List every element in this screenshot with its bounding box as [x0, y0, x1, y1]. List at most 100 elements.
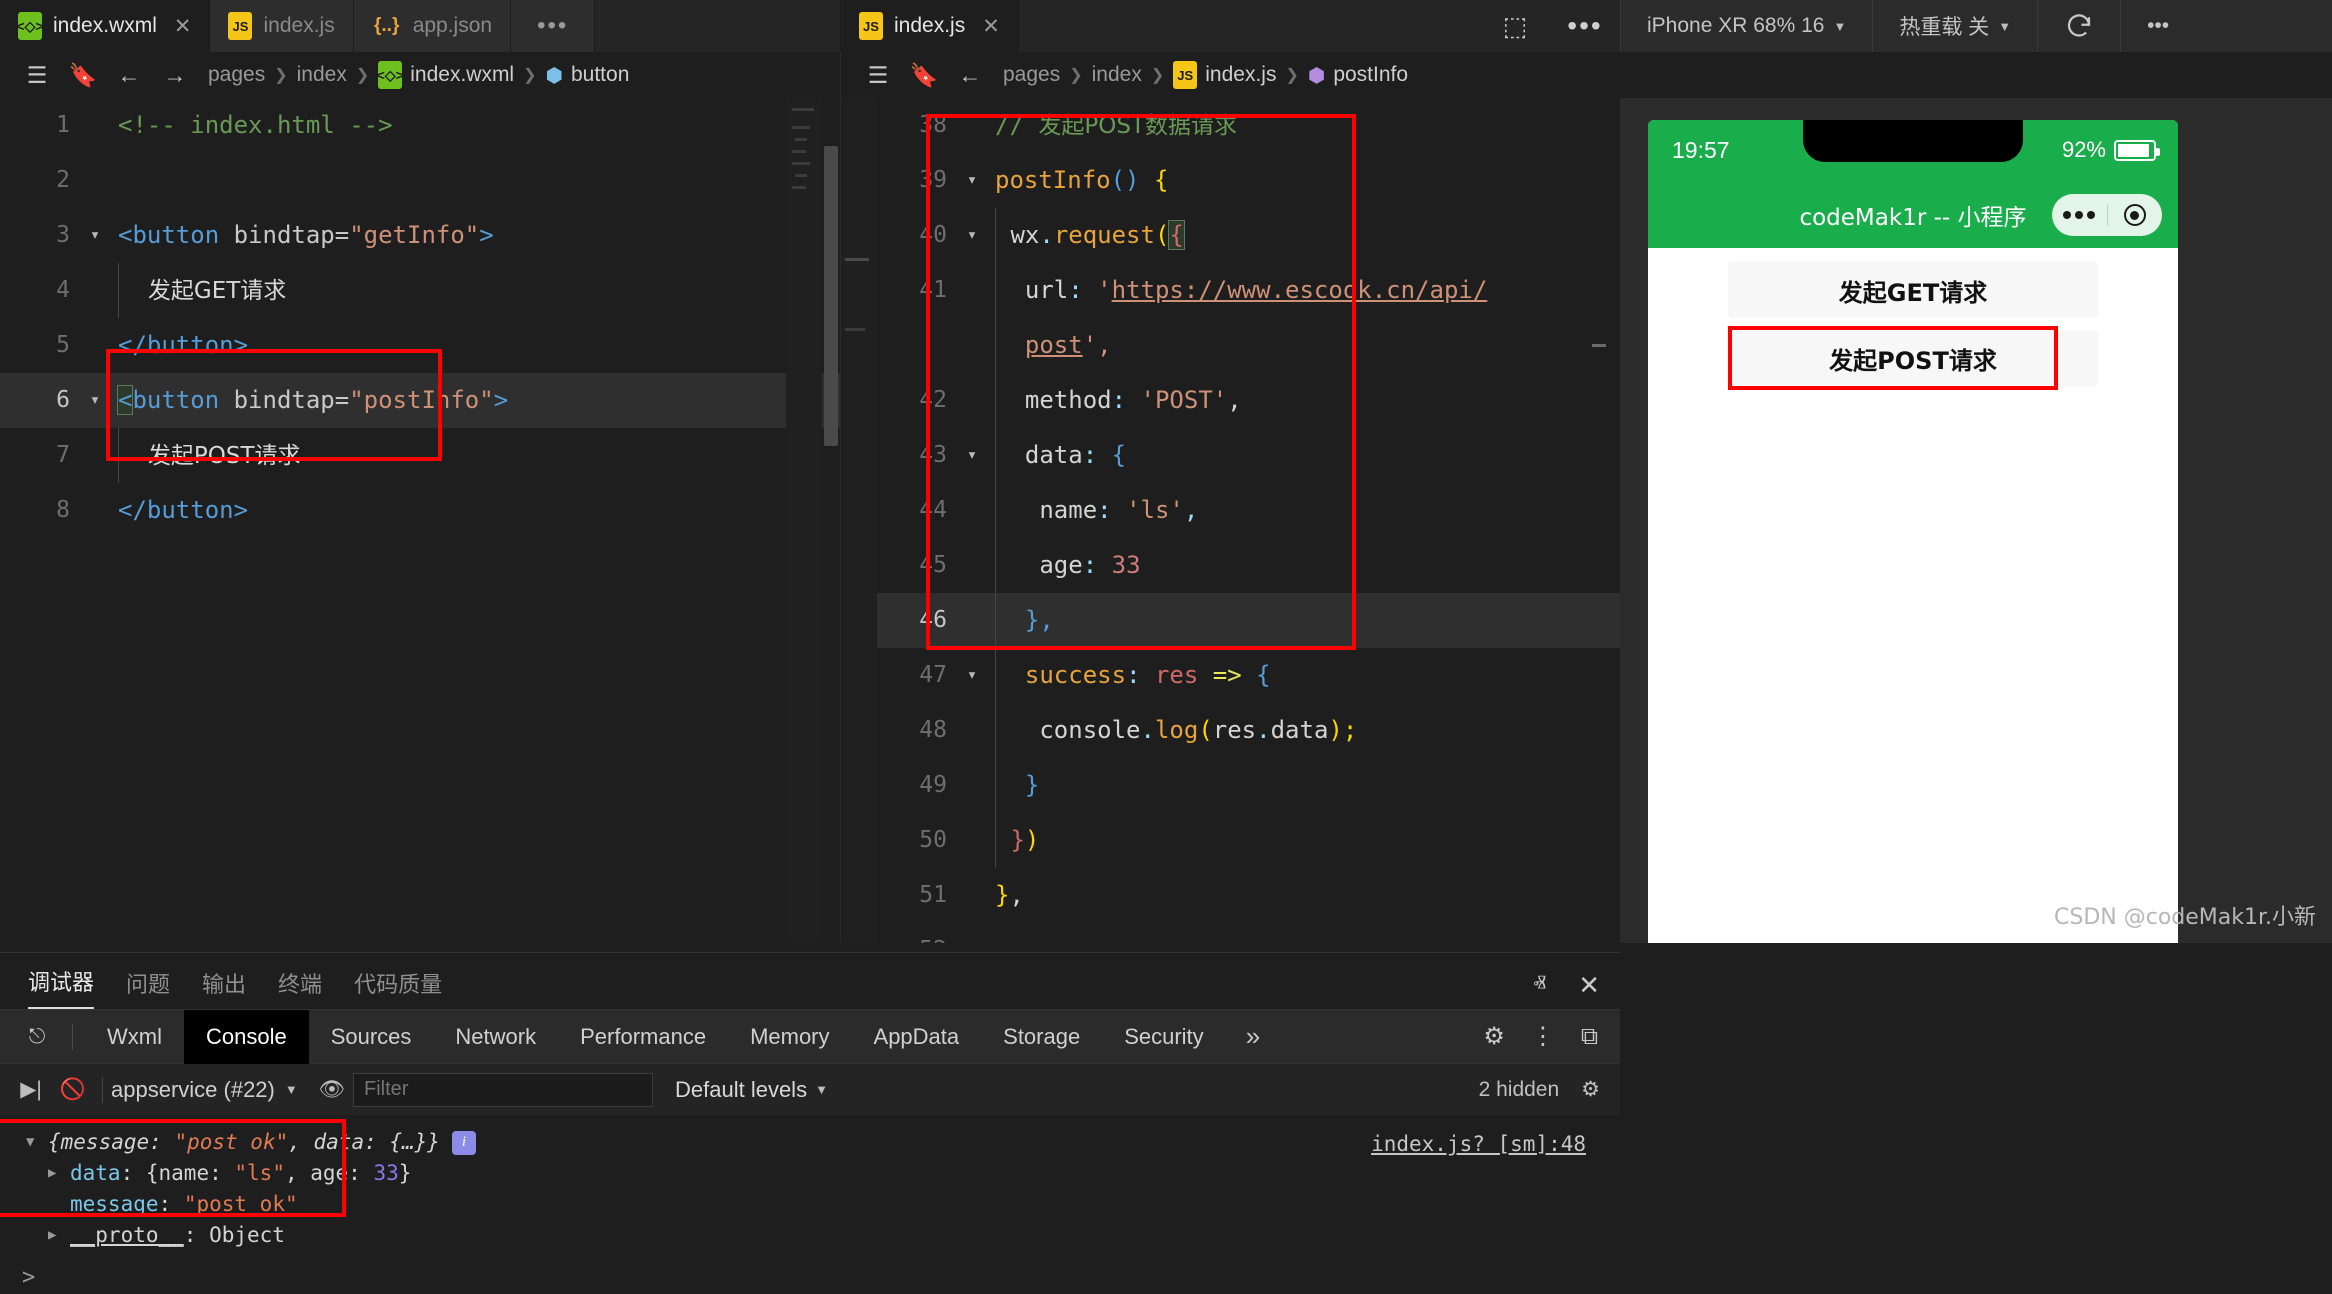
- fold-chevron-icon[interactable]: ▾: [955, 153, 989, 208]
- levels-label: Default levels: [675, 1076, 808, 1102]
- post-request-button[interactable]: 发起POST请求: [1728, 330, 2098, 386]
- fold-chevron-icon[interactable]: ▾: [955, 428, 989, 483]
- tab-index-js[interactable]: JS index.js: [210, 0, 354, 52]
- console-row-data[interactable]: ▶ data: {name: "ls", age: 33}: [26, 1158, 1620, 1189]
- log-message-value: "post ok": [174, 1130, 289, 1154]
- js-editor[interactable]: 38 // 发起POST数据请求 39 ▾ postInfo() { 40 ▾ …: [840, 98, 1620, 943]
- devtools-tab-memory[interactable]: Memory: [728, 1010, 851, 1064]
- hot-reload-select[interactable]: 热重载 关 ▼: [1872, 0, 2037, 52]
- outline-icon[interactable]: ☰: [855, 62, 901, 89]
- breadcrumb-left: ☰ 🔖 ← → pages ❯ index ❯ <◇> index.wxml ❯…: [0, 52, 840, 98]
- refresh-button[interactable]: [2037, 0, 2120, 52]
- panel-tab-debugger[interactable]: 调试器: [28, 965, 95, 1009]
- inspect-element-icon[interactable]: ⎋: [14, 1025, 60, 1049]
- breadcrumb-segment-file[interactable]: <◇> index.wxml: [377, 61, 514, 89]
- code-line: 2: [0, 153, 840, 208]
- device-select[interactable]: iPhone XR 68% 16 ▼: [1620, 0, 1872, 52]
- devtools-more-tabs-icon[interactable]: »: [1226, 1021, 1280, 1052]
- breadcrumb-segment-index[interactable]: index: [297, 63, 347, 87]
- panel-tab-terminal[interactable]: 终端: [278, 967, 322, 1009]
- data-name-value: "ls": [234, 1161, 285, 1185]
- fold-chevron-icon[interactable]: ▾: [78, 373, 112, 428]
- simulator-overflow-button[interactable]: •••: [2120, 0, 2195, 52]
- devtools-tab-console[interactable]: Console: [183, 1009, 309, 1064]
- console-row-proto[interactable]: ▶ __proto__: Object: [26, 1220, 1620, 1251]
- panel-tab-output[interactable]: 输出: [202, 967, 246, 1009]
- data-age-value: 33: [373, 1161, 399, 1185]
- expand-triangle-icon[interactable]: ▼: [26, 1127, 48, 1158]
- breadcrumb-segment-symbol[interactable]: ⬢ button: [546, 63, 630, 88]
- execute-icon[interactable]: ▶|: [10, 1077, 52, 1102]
- devtools-tab-security[interactable]: Security: [1102, 1010, 1225, 1064]
- collapse-panel-icon[interactable]: ⱏ: [1533, 969, 1546, 1001]
- console-context-select[interactable]: appservice (#22) ▼: [111, 1077, 311, 1103]
- fold-chevron-icon[interactable]: ▾: [78, 208, 112, 263]
- bookmark-icon[interactable]: 🔖: [901, 62, 947, 89]
- console-prompt[interactable]: >: [22, 1265, 35, 1290]
- devtools-tab-performance[interactable]: Performance: [558, 1010, 728, 1064]
- devtools-tab-storage[interactable]: Storage: [981, 1010, 1102, 1064]
- breadcrumb-segment-pages[interactable]: pages: [208, 63, 265, 87]
- line-content-wrap: post',: [989, 318, 1112, 374]
- breadcrumb-segment-file[interactable]: JS index.js: [1173, 61, 1276, 89]
- close-miniprogram-icon[interactable]: [2108, 204, 2163, 226]
- line-number: 43: [919, 442, 947, 468]
- message-key: message: [70, 1192, 159, 1216]
- console-row-message: message: "post ok": [26, 1189, 1620, 1220]
- line-content: </button>: [118, 331, 249, 359]
- close-icon[interactable]: ✕: [174, 14, 192, 39]
- devtools-tab-network[interactable]: Network: [433, 1010, 558, 1064]
- expand-triangle-icon[interactable]: ▶: [48, 1158, 70, 1189]
- tab-app-json[interactable]: {..} app.json: [353, 0, 512, 52]
- more-tabs-icon[interactable]: •••: [511, 0, 596, 52]
- expand-triangle-icon[interactable]: ▶: [48, 1220, 70, 1251]
- panel-tab-problems[interactable]: 问题: [126, 967, 170, 1009]
- wechat-devtools-window: <◇> index.wxml ✕ JS index.js {..} app.js…: [0, 0, 2332, 1294]
- code-line: 46 },: [877, 593, 1620, 649]
- forward-arrow-icon[interactable]: →: [152, 62, 198, 89]
- breadcrumb-segment-pages[interactable]: pages: [1003, 63, 1060, 87]
- proto-key: __proto__: [70, 1223, 184, 1247]
- more-menu-icon[interactable]: [2052, 211, 2107, 219]
- outline-icon[interactable]: ☰: [14, 62, 60, 89]
- wxml-editor[interactable]: 1 <!-- index.html --> 2 3 ▾ <button bind…: [0, 98, 840, 943]
- back-arrow-icon[interactable]: ←: [947, 62, 993, 89]
- breadcrumb-segment-symbol[interactable]: ⬢ postInfo: [1308, 63, 1408, 88]
- clear-console-icon[interactable]: 🚫: [52, 1078, 94, 1102]
- minimap[interactable]: [841, 98, 877, 943]
- tab-index-wxml[interactable]: <◇> index.wxml ✕: [0, 0, 211, 52]
- panel-tab-code-quality[interactable]: 代码质量: [354, 967, 442, 1009]
- split-editor-icon[interactable]: ⬚: [1480, 0, 1550, 52]
- code-line: 8 </button>: [0, 483, 840, 538]
- fold-chevron-icon[interactable]: ▾: [955, 208, 989, 263]
- console-source-link[interactable]: index.js? [sm]:48: [1371, 1129, 1586, 1160]
- devtools-tab-appdata[interactable]: AppData: [852, 1010, 982, 1064]
- devtools-tab-wxml[interactable]: Wxml: [85, 1010, 184, 1064]
- editor-actions-icon[interactable]: •••: [1550, 0, 1620, 52]
- chevron-right-icon: ❯: [274, 67, 288, 84]
- fold-chevron-icon[interactable]: ▾: [955, 648, 989, 703]
- line-number: 52: [877, 923, 955, 943]
- devtools-tab-sources[interactable]: Sources: [309, 1010, 434, 1064]
- get-request-button[interactable]: 发起GET请求: [1728, 262, 2098, 318]
- bookmark-icon[interactable]: 🔖: [60, 62, 106, 89]
- right-editor-tabs: JS index.js ✕ ⬚ •••: [840, 0, 1620, 52]
- dock-panel-icon[interactable]: ⧉: [1581, 1023, 1598, 1051]
- console-filter-input[interactable]: [353, 1072, 653, 1107]
- tab-index-js-right[interactable]: JS index.js ✕: [841, 0, 1019, 52]
- minimap[interactable]: [786, 98, 822, 943]
- console-levels-select[interactable]: Default levels ▼: [675, 1077, 828, 1103]
- miniprogram-capsule[interactable]: [2052, 194, 2162, 236]
- gear-icon[interactable]: ⚙: [1581, 1077, 1600, 1102]
- back-arrow-icon[interactable]: ←: [106, 62, 152, 89]
- kebab-menu-icon[interactable]: ⋮: [1531, 1022, 1555, 1051]
- eye-icon[interactable]: 👁: [311, 1078, 353, 1102]
- gear-icon[interactable]: ⚙: [1483, 1022, 1505, 1051]
- breadcrumb-segment-index[interactable]: index: [1092, 63, 1142, 87]
- line-content: },: [989, 593, 1054, 649]
- code-line: 4 发起GET请求: [0, 263, 840, 318]
- breadcrumb-symbol-label: button: [570, 63, 630, 86]
- close-icon[interactable]: ✕: [982, 14, 1000, 39]
- vertical-scrollbar[interactable]: [822, 98, 840, 943]
- close-panel-icon[interactable]: ✕: [1578, 970, 1600, 1001]
